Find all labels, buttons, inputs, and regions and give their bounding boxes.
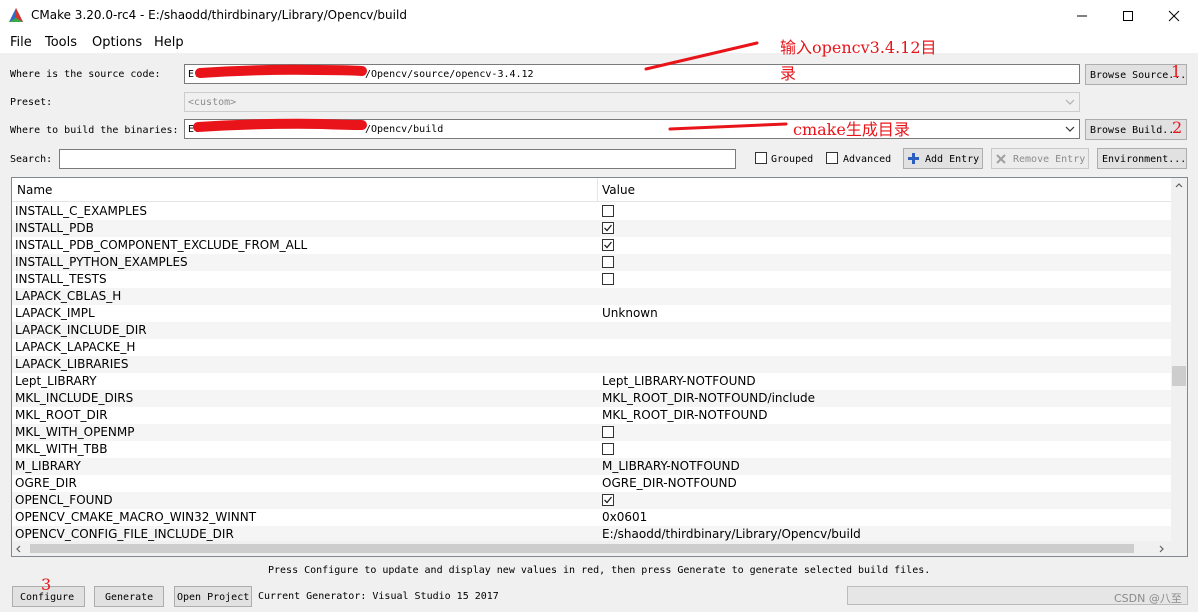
annotation-source-line1: 输入opencv3.4.12目 xyxy=(780,38,937,57)
build-arrow-line xyxy=(668,122,788,131)
annotation-number-1: 1 xyxy=(1171,62,1182,81)
source-arrow-line xyxy=(644,41,759,71)
source-redaction-mark xyxy=(195,64,367,78)
annotation-build: cmake生成目录 xyxy=(793,120,910,139)
annotation-number-2: 2 xyxy=(1172,118,1183,137)
build-redaction-mark xyxy=(193,118,367,132)
annotation-overlay xyxy=(193,41,788,132)
annotation-number-3: 3 xyxy=(41,575,52,594)
annotation-source-line2: 录 xyxy=(780,64,797,83)
